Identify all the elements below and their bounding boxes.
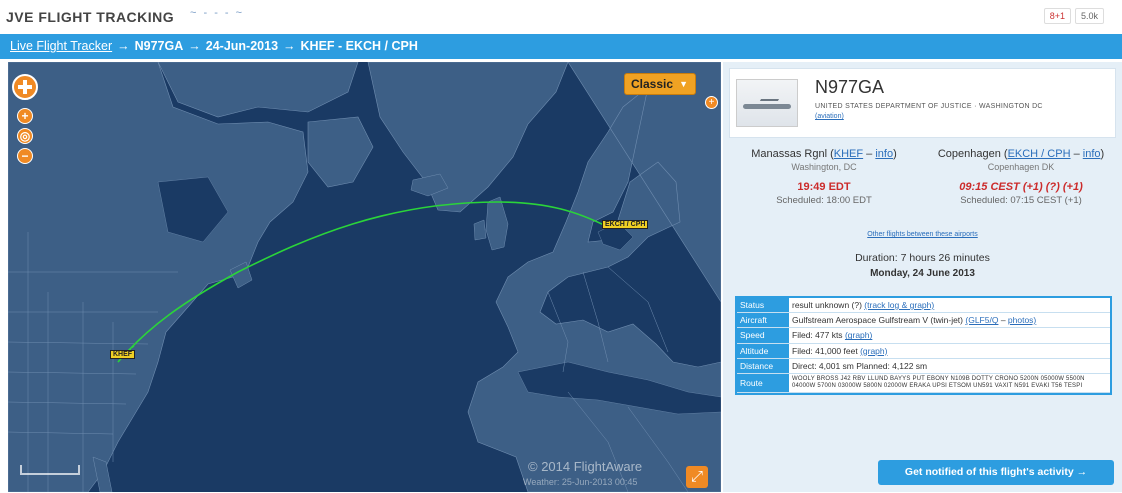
map-weather-timestamp: Weather: 25-Jun-2013 00:45 [523,477,638,487]
breadcrumb-bar: Live Flight Tracker → N977GA → 24-Jun-2013 → K… [0,34,1122,59]
pan-control-icon[interactable] [12,74,38,100]
map-style-dropdown[interactable]: Classic ▼ [624,73,696,95]
distance-label: Distance [737,358,789,374]
breadcrumb-route: KHEF - EKCH / CPH [300,39,418,53]
breadcrumb-flight[interactable]: N977GA [135,39,184,53]
breadcrumb: Live Flight Tracker → N977GA → 24-Jun-2013 → K… [10,39,418,53]
map-copyright: © 2014 FlightAware [528,459,643,474]
track-log-link[interactable]: (track log & graph) [864,300,934,310]
flight-info-panel: N977GA UNITED STATES DEPARTMENT OF JUSTI… [723,62,1122,492]
destination-airport-marker[interactable]: EKCH / CPH [602,220,649,229]
land-baffin [307,116,374,188]
chevron-down-icon: ▼ [679,79,688,89]
aircraft-owner-link[interactable]: (aviation) [815,113,844,120]
table-row: Aircraft Gulfstream Aerospace Gulfstream… [737,312,1110,329]
destination-estimated-time: 09:15 CEST (+1) (?) (+1) [959,181,1083,193]
aircraft-owner: UNITED STATES DEPARTMENT OF JUSTICE · WA… [815,103,1043,110]
header-sketch: ~ - - - ~ [190,7,245,19]
expand-icon[interactable]: ⤢ [686,466,708,488]
status-value-cell: result unknown (?) (track log & graph) [789,298,1110,314]
site-header: JVE FLIGHT TRACKING ~ - - - ~ 8+1 5.0k [0,0,1122,32]
table-row: Route WOOLY BROSS J42 RBV LLUND BAYYS PU… [737,373,1110,394]
map-style-value: Classic [631,77,674,91]
breadcrumb-separator: → [117,39,130,53]
speed-graph-link[interactable]: (graph) [845,330,872,340]
speed-label: Speed [737,327,789,344]
get-notified-button[interactable]: Get notified of this flight's activity → [878,460,1114,485]
map-scale-bar [20,465,80,475]
aircraft-registration: N977GA [815,77,885,97]
breadcrumb-separator: → [283,39,296,53]
route-value: WOOLY BROSS J42 RBV LLUND BAYYS PUT EBON… [789,373,1110,394]
map-canvas[interactable] [8,62,721,492]
table-row: Distance Direct: 4,001 sm Planned: 4,122… [737,358,1110,374]
origin-name-line: Manassas Rgnl (KHEF – info) [751,148,897,160]
globe-icon[interactable]: ◎ [17,128,33,144]
site-title: JVE FLIGHT TRACKING [6,9,175,25]
status-label: Status [737,298,789,314]
destination-name: Copenhagen [937,148,1001,160]
speed-value: Filed: 477 kts [792,330,843,341]
share-count-button[interactable]: 5.0k [1074,8,1104,24]
aircraft-type: Gulfstream Aerospace Gulfstream V (twin-… [792,315,964,326]
land-great-britain [485,196,509,251]
altitude-graph-link[interactable]: (graph) [860,346,887,356]
zoom-out-icon[interactable]: − [17,148,33,164]
aircraft-value-cell: Gulfstream Aerospace Gulfstream V (twin-… [789,312,1110,329]
land-arctic-islands [157,62,359,118]
land-ireland [473,219,487,241]
aircraft-code-link[interactable]: (GLF5/Q [965,315,998,325]
distance-value: Direct: 4,001 sm Planned: 4,122 sm [789,358,1110,374]
layer-toggle-icon[interactable]: + [705,96,718,109]
table-row: Altitude Filed: 41,000 feet (graph) [737,343,1110,359]
origin-name: Manassas Rgnl [751,148,828,160]
aircraft-header: N977GA UNITED STATES DEPARTMENT OF JUSTI… [729,68,1116,138]
destination-code-link[interactable]: EKCH / CPH [1008,148,1071,160]
speed-value-cell: Filed: 477 kts (graph) [789,327,1110,344]
origin-scheduled-time: Scheduled: 18:00 EDT [776,195,872,206]
destination-city: Copenhagen DK [987,162,1055,172]
origin-actual-time: 19:49 EDT [797,181,851,193]
destination-block: Copenhagen (EKCH / CPH – info) Copenhage… [926,148,1116,206]
altitude-value: Filed: 41,000 feet [792,345,858,356]
origin-city: Washington, DC [791,162,857,172]
flight-details-table: Status result unknown (?) (track log & g… [735,296,1112,396]
altitude-label: Altitude [737,343,789,359]
aircraft-photos-link[interactable]: photos) [1008,315,1036,325]
destination-info-link[interactable]: info [1083,148,1101,160]
land-north-america [8,62,309,492]
origin-info-link[interactable]: info [875,148,893,160]
google-plus-button[interactable]: 8+1 [1043,8,1071,24]
land-greenland [367,62,569,213]
destination-scheduled-time: Scheduled: 07:15 CEST (+1) [960,195,1082,206]
breadcrumb-separator: → [188,39,201,53]
flight-map[interactable]: KHEF EKCH / CPH + ◎ − Classic ▼ + © 2014… [8,62,721,492]
other-flights-link[interactable]: Other flights between these airports [723,231,1122,238]
flight-date: Monday, 24 June 2013 [870,268,975,279]
flight-duration: Duration: 7 hours 26 minutes [855,252,990,264]
breadcrumb-live-tracker-link[interactable]: Live Flight Tracker [10,39,112,53]
zoom-in-icon[interactable]: + [17,108,33,124]
aircraft-label: Aircraft [737,312,789,329]
destination-name-line: Copenhagen (EKCH / CPH – info) [937,148,1105,160]
altitude-value-cell: Filed: 41,000 feet (graph) [789,343,1110,359]
origin-block: Manassas Rgnl (KHEF – info) Washington, … [729,148,919,206]
aircraft-photo[interactable] [736,79,798,127]
breadcrumb-date[interactable]: 24-Jun-2013 [206,39,278,53]
route-label: Route [737,373,789,394]
status-value: result unknown (?) [792,300,862,310]
origin-airport-marker[interactable]: KHEF [110,350,136,359]
table-row: Status result unknown (?) (track log & g… [737,298,1110,314]
origin-code-link[interactable]: KHEF [834,148,863,160]
table-row: Speed Filed: 477 kts (graph) [737,327,1110,344]
share-buttons: 8+1 5.0k [1043,8,1104,24]
